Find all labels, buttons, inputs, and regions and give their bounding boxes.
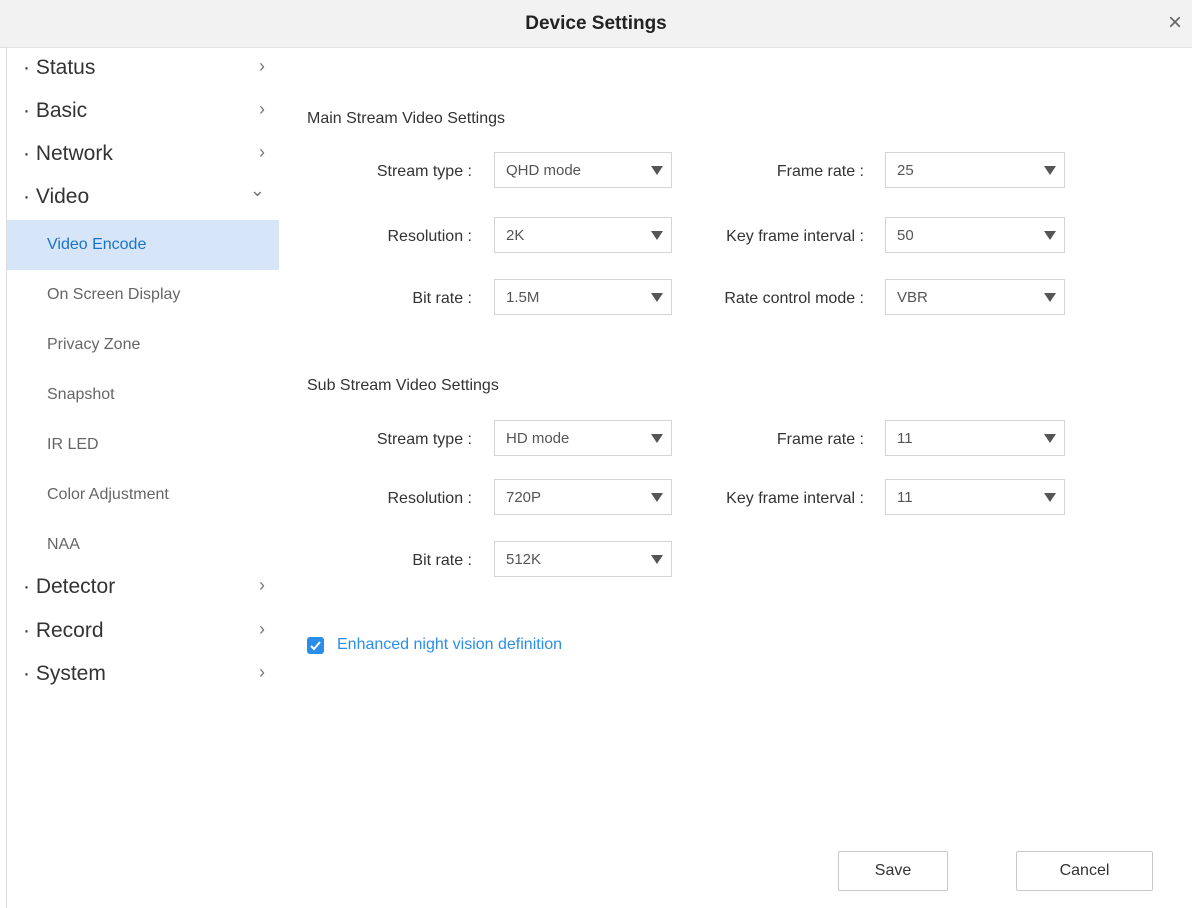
- main-rate-control-mode-label: Rate control mode :: [724, 290, 864, 307]
- sidebar-item-basic[interactable]: · Basic ›: [7, 90, 279, 134]
- dropdown-arrow-icon: [1044, 166, 1056, 175]
- night-vision-label: Enhanced night vision definition: [337, 636, 563, 653]
- main-key-frame-interval-select[interactable]: 50: [885, 217, 1065, 253]
- sidebar-subitem-video-encode[interactable]: Video Encode: [7, 220, 279, 270]
- main-stream-type-label: Stream type :: [376, 163, 472, 180]
- sub-stream-type-label: Stream type :: [376, 431, 472, 448]
- select-value: QHD mode: [506, 162, 582, 179]
- sidebar-item-video[interactable]: · Video ⌄: [7, 176, 279, 220]
- sidebar-item-label: · System: [23, 662, 106, 685]
- sidebar-item-detector[interactable]: · Detector ›: [7, 566, 279, 610]
- main-resolution-select[interactable]: 2K: [494, 217, 672, 253]
- sidebar-item-label: · Record: [23, 619, 104, 642]
- sidebar-subitem-color-adjustment[interactable]: Color Adjustment: [7, 470, 279, 520]
- select-value: 2K: [506, 227, 525, 244]
- select-value: 50: [897, 227, 914, 244]
- main-rate-control-mode-select[interactable]: VBR: [885, 279, 1065, 315]
- sub-stream-type-select[interactable]: HD mode: [494, 420, 672, 456]
- save-button[interactable]: Save: [838, 851, 948, 891]
- main-bit-rate-label: Bit rate :: [412, 290, 472, 307]
- main-stream-type-select[interactable]: QHD mode: [494, 152, 672, 188]
- sidebar-subitem-privacy-zone[interactable]: Privacy Zone: [7, 320, 279, 370]
- sidebar-subitem-label: IR LED: [47, 436, 99, 453]
- sidebar-subitem-on-screen-display[interactable]: On Screen Display: [7, 270, 279, 320]
- sidebar-item-status[interactable]: · Status ›: [7, 47, 279, 91]
- chevron-right-icon: ›: [259, 56, 265, 76]
- main-frame-rate-select[interactable]: 25: [885, 152, 1065, 188]
- sidebar: · Status › · Basic › · Network › · Video…: [7, 47, 279, 908]
- checkmark-icon: [310, 641, 321, 651]
- sub-bit-rate-label: Bit rate :: [412, 552, 472, 569]
- sub-frame-rate-label: Frame rate :: [776, 431, 864, 448]
- window-title: Device Settings: [525, 13, 667, 34]
- sidebar-item-label: · Basic: [23, 99, 88, 122]
- sidebar-subitem-ir-led[interactable]: IR LED: [7, 420, 279, 470]
- sidebar-subitem-naa[interactable]: NAA: [7, 520, 279, 570]
- dropdown-arrow-icon: [651, 555, 663, 564]
- chevron-right-icon: ›: [259, 575, 265, 595]
- dropdown-arrow-icon: [1044, 434, 1056, 443]
- main-stream-section-title: Main Stream Video Settings: [307, 110, 506, 127]
- title-bar: Device Settings ×: [0, 0, 1192, 48]
- sidebar-subitem-label: On Screen Display: [47, 286, 181, 303]
- dropdown-arrow-icon: [651, 231, 663, 240]
- select-value: 1.5M: [506, 289, 540, 306]
- sub-bit-rate-select[interactable]: 512K: [494, 541, 672, 577]
- select-value: 11: [897, 489, 913, 506]
- sidebar-subitem-label: Snapshot: [47, 386, 115, 403]
- cancel-button[interactable]: Cancel: [1016, 851, 1153, 891]
- sidebar-subitem-label: Video Encode: [47, 236, 147, 253]
- main-frame-rate-label: Frame rate :: [776, 163, 864, 180]
- sidebar-item-label: · Status: [23, 56, 96, 79]
- sub-key-frame-interval-label: Key frame interval :: [726, 490, 864, 507]
- chevron-right-icon: ›: [259, 662, 265, 682]
- video-encode-panel: Main Stream Video Settings Stream type :…: [280, 47, 1192, 908]
- sidebar-subitem-label: NAA: [47, 536, 80, 553]
- chevron-right-icon: ›: [259, 99, 265, 119]
- select-value: VBR: [897, 289, 928, 306]
- dropdown-arrow-icon: [651, 493, 663, 502]
- sub-resolution-select[interactable]: 720P: [494, 479, 672, 515]
- chevron-right-icon: ›: [259, 142, 265, 162]
- night-vision-checkbox[interactable]: [307, 637, 324, 654]
- dropdown-arrow-icon: [1044, 493, 1056, 502]
- dropdown-arrow-icon: [1044, 231, 1056, 240]
- dropdown-arrow-icon: [1044, 293, 1056, 302]
- sidebar-item-record[interactable]: · Record ›: [7, 610, 279, 654]
- sub-stream-section-title: Sub Stream Video Settings: [307, 377, 499, 394]
- close-icon[interactable]: ×: [1164, 11, 1186, 35]
- sidebar-item-label: · Video: [23, 185, 90, 208]
- select-value: 25: [897, 162, 914, 179]
- sub-resolution-label: Resolution :: [387, 490, 473, 507]
- sidebar-subitem-label: Color Adjustment: [47, 486, 169, 503]
- main-resolution-label: Resolution :: [387, 228, 473, 245]
- dropdown-arrow-icon: [651, 434, 663, 443]
- main-key-frame-interval-label: Key frame interval :: [726, 228, 864, 245]
- dropdown-arrow-icon: [651, 166, 663, 175]
- chevron-right-icon: ›: [259, 619, 265, 639]
- sub-frame-rate-select[interactable]: 11: [885, 420, 1065, 456]
- main-bit-rate-select[interactable]: 1.5M: [494, 279, 672, 315]
- sidebar-subitem-snapshot[interactable]: Snapshot: [7, 370, 279, 420]
- sidebar-subitem-label: Privacy Zone: [47, 336, 141, 353]
- sub-key-frame-interval-select[interactable]: 11: [885, 479, 1065, 515]
- select-value: 720P: [506, 489, 542, 506]
- sidebar-item-system[interactable]: · System ›: [7, 653, 279, 697]
- sidebar-item-network[interactable]: · Network ›: [7, 133, 279, 177]
- dropdown-arrow-icon: [651, 293, 663, 302]
- select-value: HD mode: [506, 430, 570, 447]
- chevron-down-icon: ⌄: [249, 180, 265, 200]
- sidebar-item-label: · Detector: [23, 575, 116, 598]
- select-value: 512K: [506, 551, 542, 568]
- select-value: 11: [897, 430, 913, 447]
- sidebar-item-label: · Network: [23, 142, 113, 165]
